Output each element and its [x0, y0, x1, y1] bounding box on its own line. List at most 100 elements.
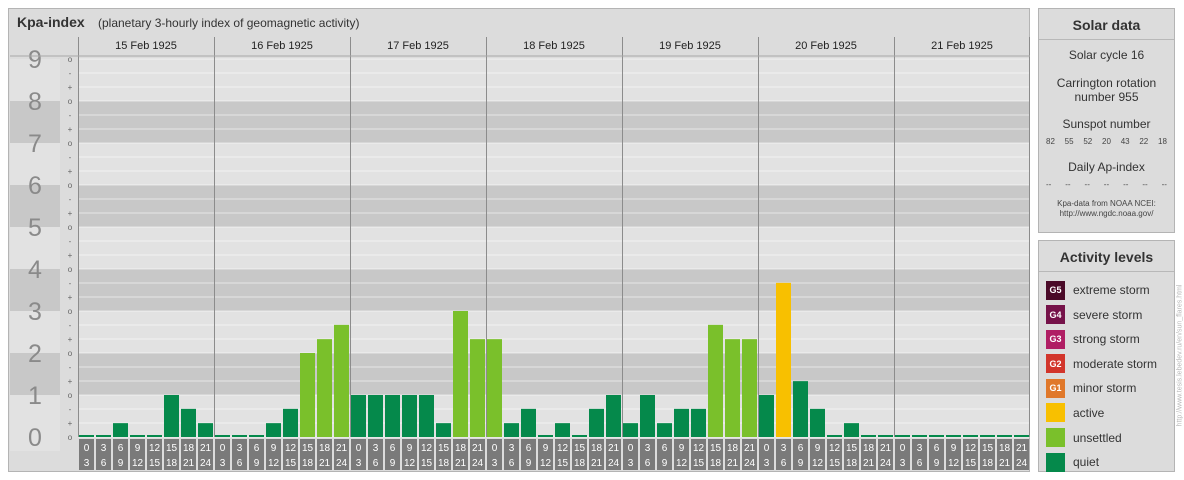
interval-start: 3	[509, 443, 515, 454]
interval-start: 12	[421, 443, 433, 454]
legend-swatch	[1046, 403, 1065, 423]
legend-swatch	[1046, 452, 1065, 472]
kp-bar	[708, 324, 723, 437]
solar-cycle: Solar cycle 16	[1068, 48, 1145, 62]
kp-bar	[538, 435, 553, 437]
y-tick-label: 6	[28, 172, 42, 200]
interval-end: 3	[900, 458, 906, 469]
sunspot-label: Sunspot number	[1062, 117, 1151, 131]
interval-end: 9	[526, 458, 532, 469]
kp-bar	[470, 339, 485, 437]
interval-end: 15	[965, 458, 977, 469]
day-label: 15 Feb 1925	[115, 40, 177, 52]
minor-mark: o	[68, 349, 73, 358]
interval-start: 12	[557, 443, 569, 454]
kp-bar	[181, 408, 196, 437]
minor-mark: +	[68, 209, 73, 218]
interval-end: 12	[404, 458, 416, 469]
kpa-chart: o+-o+-o+-o+-o+-o+-o+-o+-o+-o0123456789 15…	[10, 37, 1030, 470]
interval-end: 9	[254, 458, 260, 469]
sunspot-value: 43	[1120, 137, 1130, 146]
minor-mark: -	[69, 405, 72, 414]
kp-bar	[79, 435, 94, 437]
y-tick-label: 3	[28, 298, 42, 326]
interval-start: 18	[591, 443, 603, 454]
kp-bar	[436, 423, 451, 437]
kp-bar	[266, 423, 281, 437]
minor-mark: -	[69, 195, 72, 204]
minor-mark: +	[68, 251, 73, 260]
kp-bar	[419, 395, 434, 437]
kp-bar	[283, 408, 298, 437]
plot-band	[78, 185, 1030, 227]
interval-end: 12	[132, 458, 144, 469]
day-label: 20 Feb 1925	[795, 40, 857, 52]
interval-end: 9	[390, 458, 396, 469]
interval-end: 12	[948, 458, 960, 469]
plot-band	[78, 311, 1030, 353]
minor-mark: o	[68, 97, 73, 106]
day-label: 21 Feb 1925	[931, 40, 993, 52]
plot-band	[78, 101, 1030, 143]
legend-label: active	[1073, 405, 1105, 420]
kp-bar	[198, 423, 213, 437]
interval-end: 9	[798, 458, 804, 469]
credit-text: http://www.tesis.lebedev.ru/en/sun_flare…	[1176, 284, 1184, 427]
interval-start: 3	[781, 443, 787, 454]
kp-bar	[555, 423, 570, 437]
kp-bar	[300, 353, 315, 437]
legend-swatch: G3	[1046, 329, 1065, 349]
interval-start: 0	[220, 443, 226, 454]
interval-start: 0	[900, 443, 906, 454]
interval-start: 3	[645, 443, 651, 454]
interval-start: 21	[880, 443, 892, 454]
legend-label: minor storm	[1073, 381, 1137, 396]
solar-data-panel: Solar data Solar cycle 16 Carrington rot…	[1038, 8, 1175, 233]
interval-end: 12	[268, 458, 280, 469]
kp-bar	[725, 339, 740, 437]
plot-band	[78, 59, 1030, 101]
kp-bar	[232, 435, 247, 437]
legend-swatch: G4	[1046, 305, 1065, 325]
y-tick-label: 4	[28, 256, 42, 284]
interval-end: 3	[492, 458, 498, 469]
interval-end: 15	[829, 458, 841, 469]
minor-mark: o	[68, 433, 73, 442]
kp-bar	[861, 435, 876, 437]
plot-band	[78, 143, 1030, 185]
activity-levels-title: Activity levels	[1039, 241, 1174, 272]
minor-mark: +	[68, 293, 73, 302]
y-tick-label: 2	[28, 340, 42, 368]
ap-label: Daily Ap-index	[1068, 160, 1145, 174]
interval-start: 3	[237, 443, 243, 454]
minor-mark: o	[68, 223, 73, 232]
kp-bar	[572, 435, 587, 437]
minor-mark: o	[68, 139, 73, 148]
interval-start: 15	[438, 443, 450, 454]
kp-bar	[844, 423, 859, 437]
interval-start: 18	[183, 443, 195, 454]
minor-mark: -	[69, 363, 72, 372]
interval-start: 15	[302, 443, 314, 454]
interval-start: 9	[271, 443, 277, 454]
y-tick-label: 7	[28, 130, 42, 158]
ap-value: --	[1046, 180, 1052, 189]
interval-start: 3	[917, 443, 923, 454]
kp-bar	[776, 282, 791, 437]
legend-label: quiet	[1073, 455, 1100, 470]
kp-bar	[691, 408, 706, 437]
kp-bar	[674, 408, 689, 437]
carrington-line1: Carrington rotation	[1056, 76, 1157, 90]
interval-end: 9	[662, 458, 668, 469]
kp-bar	[912, 435, 927, 437]
kp-bar	[164, 395, 179, 437]
interval-end: 15	[557, 458, 569, 469]
interval-start: 12	[829, 443, 841, 454]
interval-start: 6	[934, 443, 940, 454]
kp-bar	[793, 381, 808, 437]
ap-value: --	[1065, 180, 1071, 189]
y-tick-label: 9	[28, 46, 42, 74]
plot-band	[78, 269, 1030, 311]
interval-end: 6	[509, 458, 515, 469]
interval-end: 24	[472, 458, 484, 469]
